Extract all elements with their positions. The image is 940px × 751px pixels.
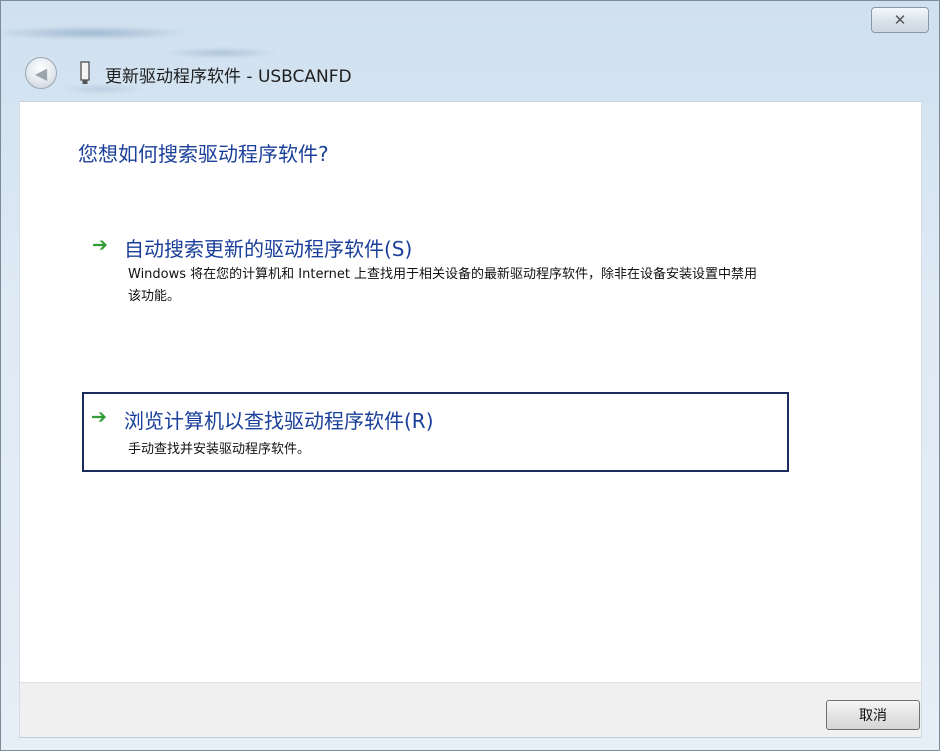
cancel-button[interactable]: 取消: [826, 700, 920, 730]
option-auto-search-description: Windows 将在您的计算机和 Internet 上查找用于相关设备的最新驱动…: [128, 267, 758, 304]
dialog-footer: 取消: [19, 682, 922, 738]
back-arrow-icon: ◀: [34, 63, 48, 83]
option-auto-search-title: 自动搜索更新的驱动程序软件(S): [124, 237, 413, 261]
option-browse-computer-description: 手动查找并安装驱动程序软件。: [128, 442, 311, 457]
cancel-button-label: 取消: [859, 708, 887, 724]
close-icon: ✕: [893, 11, 907, 29]
option-auto-search[interactable]: ➔ 自动搜索更新的驱动程序软件(S) Windows 将在您的计算机和 Inte…: [82, 228, 802, 320]
back-button[interactable]: ◀: [25, 57, 57, 89]
dialog-title: 更新驱动程序软件 - USBCANFD: [105, 67, 352, 87]
content-area: 您想如何搜索驱动程序软件? ➔ 自动搜索更新的驱动程序软件(S) Windows…: [19, 101, 922, 682]
page-heading: 您想如何搜索驱动程序软件?: [78, 142, 329, 166]
option-browse-computer[interactable]: ➔ 浏览计算机以查找驱动程序软件(R) 手动查找并安装驱动程序软件。: [82, 392, 789, 472]
arrow-right-icon: ➔: [91, 406, 107, 428]
usb-device-icon: [80, 61, 90, 84]
update-driver-dialog: ✕ ◀ 更新驱动程序软件 - USBCANFD 您想如何搜索驱动程序软件? ➔ …: [0, 0, 940, 751]
arrow-right-icon: ➔: [92, 234, 108, 256]
option-browse-computer-title: 浏览计算机以查找驱动程序软件(R): [124, 409, 434, 433]
close-button[interactable]: ✕: [871, 7, 929, 33]
